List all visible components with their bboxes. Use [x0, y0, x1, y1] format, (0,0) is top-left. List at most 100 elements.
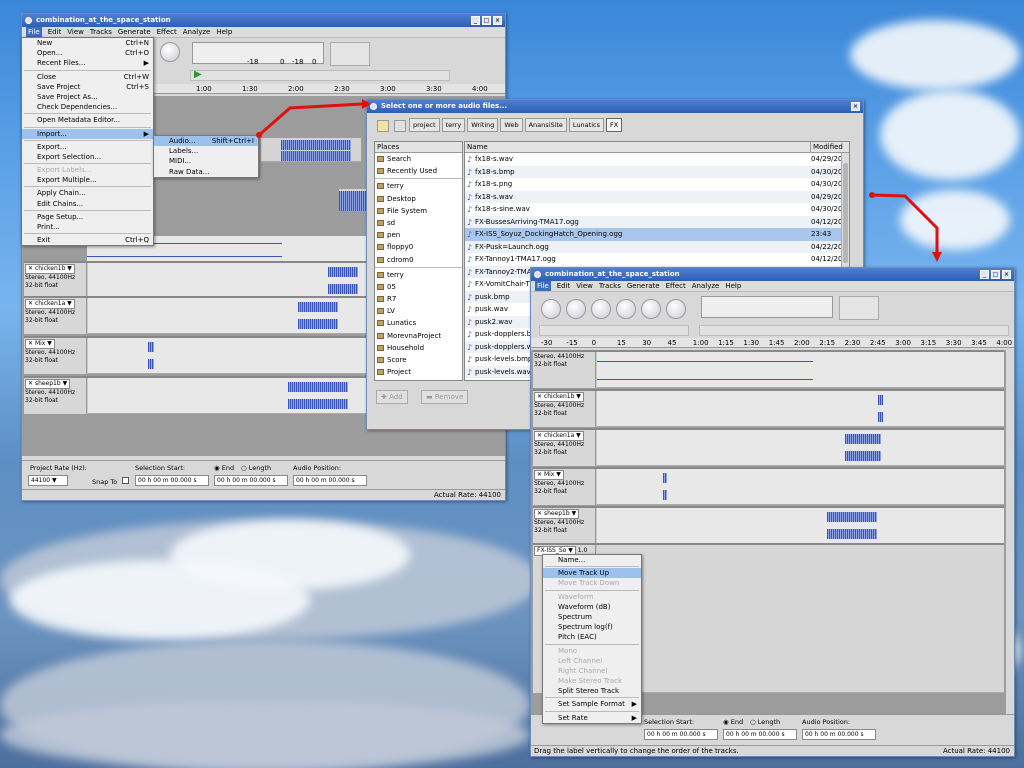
place-item[interactable]: Desktop: [375, 193, 462, 205]
track-lane[interactable]: [339, 189, 369, 211]
place-item[interactable]: Search: [375, 153, 462, 165]
menu-view[interactable]: View: [67, 27, 84, 37]
menu-item-open-metadata-editor[interactable]: Open Metadata Editor...: [22, 115, 153, 125]
menu-item-page-setup[interactable]: Page Setup...: [22, 212, 153, 222]
track-name-dropdown[interactable]: ✕ sheep1b ▼: [534, 509, 580, 519]
track-name-dropdown[interactable]: ✕ Mix ▼: [534, 470, 564, 480]
add-button[interactable]: ✚ Add: [376, 390, 408, 404]
menu-item-exit[interactable]: Exit Ctrl+Q: [22, 235, 153, 245]
menu-generate[interactable]: Generate: [627, 281, 660, 291]
menu-item-recent-files[interactable]: Recent Files... ▶: [22, 58, 153, 68]
track-control-panel[interactable]: ✕ sheep1b ▼ Stereo, 44100Hz 32-bit float: [533, 508, 596, 544]
menu-item-open[interactable]: Open... Ctrl+O: [22, 48, 153, 58]
menu-tracks[interactable]: Tracks: [599, 281, 621, 291]
timeline-ruler[interactable]: -30 -15 0 15 30 45 1:00 1:15 1:30 1:45 2:00 2:15 2:3…: [531, 338, 1014, 348]
track-lane[interactable]: [597, 508, 1004, 544]
track-control-panel[interactable]: ✕ chicken1a ▼ Stereo, 44100Hz 32-bit floa…: [533, 430, 596, 466]
track-control-panel[interactable]: Stereo, 44100Hz 32-bit float: [533, 352, 596, 388]
titlebar[interactable]: combination_at_the_space_station _ □ ×: [531, 268, 1014, 281]
end-radio[interactable]: ◉ End: [723, 718, 743, 726]
file-row[interactable]: ♪ fx18-s.wav 04/29/2010: [465, 190, 849, 203]
track-control-panel[interactable]: ✕ sheep1b ▼ Stereo, 44100Hz 32-bit float: [24, 378, 87, 414]
minimize-icon[interactable]: _: [980, 270, 989, 279]
audio-position-field[interactable]: 00 h 00 m 00.000 s: [293, 475, 367, 486]
track-lane[interactable]: [597, 391, 1004, 427]
track-lane[interactable]: [261, 138, 361, 162]
place-item[interactable]: pen: [375, 229, 462, 241]
skip-end-icon[interactable]: [160, 42, 180, 62]
end-radio[interactable]: ◉ End: [214, 464, 234, 472]
place-item[interactable]: Score: [375, 354, 462, 366]
menu-item-name[interactable]: Name...: [543, 555, 641, 565]
file-row[interactable]: ♪ FX-Tannoy1-TMA17.ogg 04/12/2010: [465, 253, 849, 266]
play-icon[interactable]: [566, 299, 586, 319]
place-item[interactable]: MorevnaProject: [375, 330, 462, 342]
track-name-dropdown[interactable]: ✕ sheep1b ▼: [25, 379, 71, 389]
file-row[interactable]: ♪ FX-BussesArriving-TMA17.ogg 04/12/2010: [465, 215, 849, 228]
close-icon[interactable]: ×: [851, 102, 860, 111]
path-button[interactable]: Lunatics: [568, 118, 604, 132]
menu-item-import[interactable]: Import... ▶: [22, 128, 153, 139]
remove-button[interactable]: ▬ Remove: [421, 390, 469, 404]
place-item[interactable]: Lunatics: [375, 317, 462, 329]
track-name-dropdown[interactable]: ✕ chicken1a ▼: [25, 299, 75, 309]
file-row[interactable]: ♪ FX-Pusk=Launch.ogg 04/22/2010: [465, 240, 849, 253]
track-name-dropdown[interactable]: ✕ Mix ▼: [25, 339, 55, 349]
menu-edit[interactable]: Edit: [48, 27, 62, 37]
menu-item-raw-data[interactable]: Raw Data...: [154, 167, 258, 177]
menu-item-set-rate[interactable]: Set Rate ▶: [543, 713, 641, 723]
selection-end-field[interactable]: 00 h 00 m 00.000 s: [214, 475, 288, 486]
place-item[interactable]: terry: [375, 269, 462, 281]
file-row[interactable]: ♪ FX-ISS_Soyuz_DockingHatch_Opening.ogg 23…: [465, 228, 849, 241]
menu-item-export-multiple[interactable]: Export Multiple...: [22, 175, 153, 185]
track-name-dropdown[interactable]: ✕ chicken1b ▼: [534, 392, 584, 402]
place-item[interactable]: terry: [375, 180, 462, 192]
file-row[interactable]: ♪ fx18-s.bmp 04/30/2010: [465, 165, 849, 178]
menu-item-save-project[interactable]: Save Project Ctrl+S: [22, 82, 153, 92]
record-icon[interactable]: [591, 299, 611, 319]
menu-item-move-track-up[interactable]: Move Track Up: [543, 568, 641, 579]
back-icon[interactable]: [394, 120, 406, 132]
track-lane[interactable]: [597, 430, 1004, 466]
menu-item-export[interactable]: Export...: [22, 142, 153, 152]
snap-to-checkbox[interactable]: [122, 477, 129, 484]
maximize-icon[interactable]: □: [991, 270, 1000, 279]
project-rate-select[interactable]: 44100 ▼: [28, 475, 68, 486]
menu-help[interactable]: Help: [216, 27, 232, 37]
menu-analyze[interactable]: Analyze: [692, 281, 720, 291]
selection-end-field[interactable]: 00 h 00 m 00.000 s: [723, 729, 797, 740]
audio-position-field[interactable]: 00 h 00 m 00.000 s: [802, 729, 876, 740]
dialog-titlebar[interactable]: Select one or more audio files... ×: [367, 100, 863, 113]
menu-item-new[interactable]: New Ctrl+N: [22, 38, 153, 48]
menu-file[interactable]: File: [26, 27, 42, 37]
selection-start-field[interactable]: 00 h 00 m 00.000 s: [644, 729, 718, 740]
menu-item-audio[interactable]: Audio... Shift+Ctrl+I: [154, 136, 258, 147]
menu-item-check-dependencies[interactable]: Check Dependencies...: [22, 102, 153, 112]
menu-edit[interactable]: Edit: [557, 281, 571, 291]
place-item[interactable]: LV: [375, 305, 462, 317]
maximize-icon[interactable]: □: [482, 16, 491, 25]
menu-item-apply-chain[interactable]: Apply Chain...: [22, 188, 153, 198]
track-control-panel[interactable]: ✕ chicken1b ▼ Stereo, 44100Hz 32-bit floa…: [533, 391, 596, 427]
track-control-panel[interactable]: ✕ Mix ▼ Stereo, 44100Hz 32-bit float: [24, 338, 87, 374]
file-row[interactable]: ♪ fx18-s-sine.wav 04/30/2010: [465, 203, 849, 216]
file-row[interactable]: ♪ fx18-s.png 04/30/2010: [465, 178, 849, 191]
track-name-dropdown[interactable]: ✕ chicken1a ▼: [534, 431, 584, 441]
place-item[interactable]: Recently Used: [375, 165, 462, 177]
path-button[interactable]: project: [409, 118, 440, 132]
menu-item-midi[interactable]: MIDI...: [154, 156, 258, 166]
place-item[interactable]: cdrom0: [375, 254, 462, 266]
place-item[interactable]: File System: [375, 205, 462, 217]
menu-effect[interactable]: Effect: [157, 27, 177, 37]
stop-icon[interactable]: [641, 299, 661, 319]
edit-toolbar[interactable]: [699, 325, 1009, 336]
mixer-toolbar[interactable]: [539, 325, 689, 336]
menu-effect[interactable]: Effect: [666, 281, 686, 291]
menu-view[interactable]: View: [576, 281, 593, 291]
file-row[interactable]: ♪ fx18-s.wav 04/29/2010: [465, 153, 849, 166]
tool-palette[interactable]: [839, 296, 879, 320]
path-button[interactable]: Web: [500, 118, 523, 132]
titlebar[interactable]: combination_at_the_space_station _ □ ×: [22, 14, 505, 27]
length-radio[interactable]: ○ Length: [750, 718, 780, 726]
menu-item-split-stereo-track[interactable]: Split Stereo Track: [543, 686, 641, 696]
